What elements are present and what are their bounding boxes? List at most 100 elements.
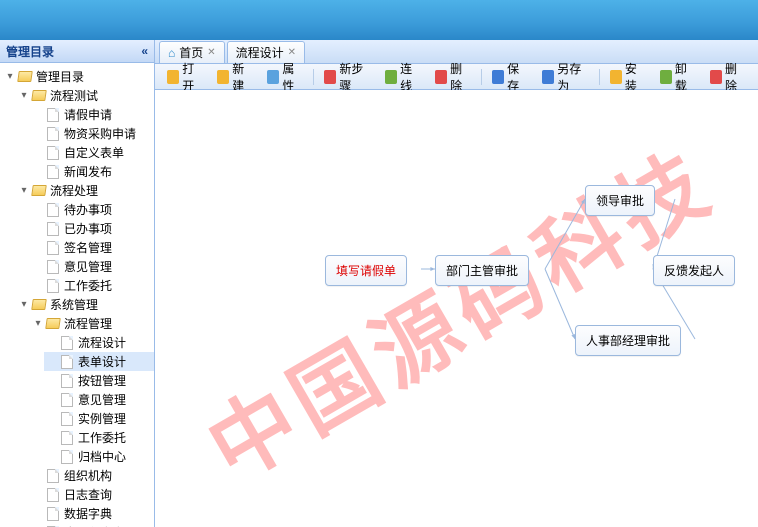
- tree-leaf[interactable]: 工作委托: [44, 428, 154, 447]
- button-label: 删除: [725, 60, 746, 94]
- file-icon: [45, 259, 61, 275]
- tree-folder[interactable]: ▾ 系统管理: [16, 295, 154, 314]
- tree-label: 实例管理: [78, 410, 126, 427]
- open-icon: [167, 70, 179, 84]
- tree-leaf[interactable]: 意见管理: [30, 257, 154, 276]
- button-label: 卸载: [675, 60, 696, 94]
- tree-leaf[interactable]: 按钮管理: [44, 371, 154, 390]
- connect-icon: [385, 70, 397, 84]
- flow-node[interactable]: 部门主管审批: [435, 255, 529, 286]
- separator: [313, 69, 314, 85]
- new-icon: [217, 70, 229, 84]
- tree-leaf[interactable]: 自定义表单: [30, 143, 154, 162]
- tree-leaf[interactable]: 组织机构: [30, 466, 154, 485]
- tree-leaf[interactable]: 应用程序库: [30, 523, 154, 527]
- file-icon: [45, 468, 61, 484]
- tree-folder[interactable]: ▾ 流程管理: [30, 314, 154, 333]
- tree-leaf[interactable]: 物资采购申请: [30, 124, 154, 143]
- flow-canvas[interactable]: 中国源码科技 填写请假单部门主管审批 领导审批人事部经理审批 反馈发起人: [155, 90, 758, 527]
- tree-leaf[interactable]: 新闻发布: [30, 162, 154, 181]
- file-icon: [59, 392, 75, 408]
- button-label: 属性: [282, 60, 303, 94]
- button-label: 删除: [450, 60, 471, 94]
- tree-leaf[interactable]: 数据字典: [30, 504, 154, 523]
- file-icon: [45, 240, 61, 256]
- sidebar: 管理目录 « ▾管理目录▾流程测试请假申请物资采购申请自定义表单新闻发布▾流程处…: [0, 40, 155, 527]
- folder-open-icon: [31, 297, 47, 313]
- delete-icon: [435, 70, 447, 84]
- folder-open-icon: [45, 316, 61, 332]
- collapse-icon[interactable]: «: [141, 44, 148, 58]
- tree-label: 归档中心: [78, 448, 126, 465]
- sidebar-title: 管理目录: [6, 43, 54, 60]
- file-icon: [45, 221, 61, 237]
- install-icon: [610, 70, 622, 84]
- tree-label: 工作委托: [78, 429, 126, 446]
- flow-node[interactable]: 填写请假单: [325, 255, 407, 286]
- collapse-toggle-icon[interactable]: ▾: [4, 71, 16, 82]
- tree-label: 物资采购申请: [64, 125, 136, 142]
- tree-label: 日志查询: [64, 486, 112, 503]
- tree-label: 数据字典: [64, 505, 112, 522]
- tree-label: 组织机构: [64, 467, 112, 484]
- tree-leaf[interactable]: 实例管理: [44, 409, 154, 428]
- tree-folder[interactable]: ▾ 流程处理: [16, 181, 154, 200]
- tree-label: 流程处理: [50, 182, 98, 199]
- tree-label: 自定义表单: [64, 144, 124, 161]
- tree-label: 工作委托: [64, 277, 112, 294]
- tree: ▾管理目录▾流程测试请假申请物资采购申请自定义表单新闻发布▾流程处理待办事项已办…: [0, 63, 154, 527]
- file-icon: [59, 449, 75, 465]
- tree-label: 意见管理: [78, 391, 126, 408]
- collapse-toggle-icon[interactable]: ▾: [18, 299, 30, 310]
- button-label: 安装: [625, 60, 646, 94]
- tree-folder[interactable]: ▾流程测试: [16, 86, 154, 105]
- folder-open-icon: [31, 183, 47, 199]
- tree-leaf[interactable]: 意见管理: [44, 390, 154, 409]
- tree-leaf[interactable]: 日志查询: [30, 485, 154, 504]
- tree-label: 管理目录: [36, 68, 84, 85]
- file-icon: [45, 202, 61, 218]
- remove-icon: [710, 70, 722, 84]
- collapse-toggle-icon[interactable]: ▾: [32, 318, 44, 329]
- tree-label: 待办事项: [64, 201, 112, 218]
- tree-leaf[interactable]: 工作委托: [30, 276, 154, 295]
- collapse-toggle-icon[interactable]: ▾: [18, 90, 30, 101]
- button-label: 打开: [182, 60, 203, 94]
- tree-leaf[interactable]: 流程设计: [44, 333, 154, 352]
- flow-edge: [545, 269, 575, 339]
- collapse-toggle-icon[interactable]: ▾: [18, 185, 30, 196]
- window-title-bar: [0, 0, 758, 40]
- tree-leaf[interactable]: 已办事项: [30, 219, 154, 238]
- file-icon: [59, 373, 75, 389]
- tree-label: 系统管理: [50, 296, 98, 313]
- flow-edge: [545, 199, 585, 269]
- button-label: 新建: [232, 60, 253, 94]
- watermark: 中国源码科技: [181, 113, 732, 503]
- tree-label: 已办事项: [64, 220, 112, 237]
- tree-leaf[interactable]: 签名管理: [30, 238, 154, 257]
- file-icon: [59, 411, 75, 427]
- tree-label: 请假申请: [64, 106, 112, 123]
- props-icon: [267, 70, 279, 84]
- tree-leaf[interactable]: 归档中心: [44, 447, 154, 466]
- toolbar: 打开新建属性新步骤连线删除保存另存为安装卸载删除: [155, 64, 758, 90]
- button-label: 另存为: [557, 60, 588, 94]
- flow-edges: [155, 90, 758, 527]
- file-icon: [59, 335, 75, 351]
- newstep-icon: [324, 70, 336, 84]
- tree-leaf[interactable]: 表单设计: [44, 352, 154, 371]
- tree-leaf[interactable]: 请假申请: [30, 105, 154, 124]
- tree-label: 意见管理: [64, 258, 112, 275]
- flow-node[interactable]: 反馈发起人: [653, 255, 735, 286]
- file-icon: [45, 506, 61, 522]
- tree-folder[interactable]: ▾ 管理目录: [2, 67, 154, 86]
- flow-node[interactable]: 人事部经理审批: [575, 325, 681, 356]
- separator: [481, 69, 482, 85]
- tree-label: 流程设计: [78, 334, 126, 351]
- tree-label: 表单设计: [78, 353, 126, 370]
- tree-leaf[interactable]: 待办事项: [30, 200, 154, 219]
- tree-label: 流程管理: [64, 315, 112, 332]
- file-icon: [59, 354, 75, 370]
- button-label: 保存: [507, 60, 528, 94]
- flow-node[interactable]: 领导审批: [585, 185, 655, 216]
